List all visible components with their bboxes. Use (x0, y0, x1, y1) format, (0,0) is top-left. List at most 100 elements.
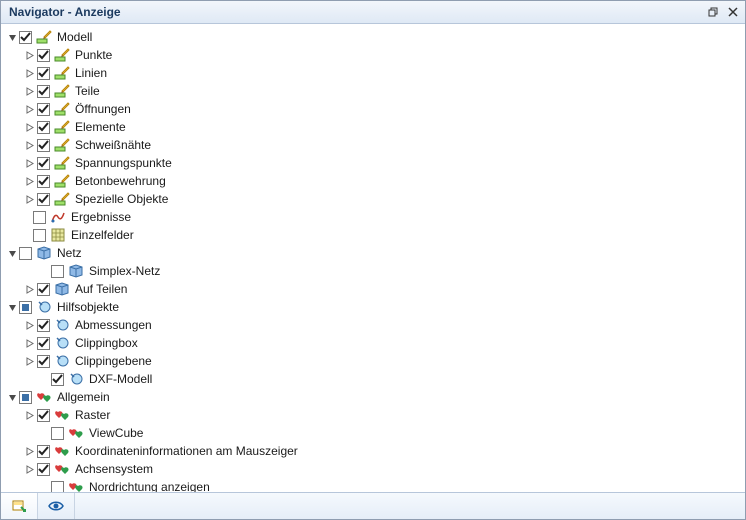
tree-label: Schweißnähte (74, 136, 151, 154)
checkbox[interactable] (37, 445, 50, 458)
checkbox[interactable] (37, 139, 50, 152)
checkbox[interactable] (33, 229, 46, 242)
tree-scroll[interactable]: ModellPunkteLinienTeileÖffnungenElemente… (1, 24, 745, 492)
tree-row[interactable]: Elemente (5, 118, 745, 136)
expand-icon[interactable] (23, 46, 37, 64)
checkbox[interactable] (51, 427, 64, 440)
checkbox[interactable] (51, 481, 64, 493)
collapse-icon[interactable] (5, 244, 19, 262)
checkbox[interactable] (37, 103, 50, 116)
tree-label: Elemente (74, 118, 126, 136)
tree-label: Einzelfelder (70, 226, 134, 244)
tree-row[interactable]: Einzelfelder (5, 226, 745, 244)
expand-icon[interactable] (23, 280, 37, 298)
tree-row[interactable]: DXF-Modell (5, 370, 745, 388)
tree-row[interactable]: Spannungspunkte (5, 154, 745, 172)
tree-row[interactable]: Öffnungen (5, 100, 745, 118)
checkbox[interactable] (37, 121, 50, 134)
tree-row[interactable]: Ergebnisse (5, 208, 745, 226)
checkbox[interactable] (19, 31, 32, 44)
tree-label: DXF-Modell (88, 370, 152, 388)
tree-row[interactable]: Allgemein (5, 388, 745, 406)
tree-row[interactable]: Hilfsobjekte (5, 298, 745, 316)
grid-icon (50, 227, 66, 243)
checkbox[interactable] (37, 49, 50, 62)
tree-row[interactable]: Nordrichtung anzeigen (5, 478, 745, 492)
tree-label: Koordinateninformationen am Mauszeiger (74, 442, 298, 460)
checkbox[interactable] (37, 463, 50, 476)
tree-label: Öffnungen (74, 100, 131, 118)
tree-label: Netz (56, 244, 82, 262)
checkbox[interactable] (51, 373, 64, 386)
close-button[interactable] (725, 4, 741, 20)
tree-row[interactable]: Auf Teilen (5, 280, 745, 298)
checkbox[interactable] (37, 337, 50, 350)
tree-label: Auf Teilen (74, 280, 127, 298)
tree-row[interactable]: Spezielle Objekte (5, 190, 745, 208)
tree-row[interactable]: Modell (5, 28, 745, 46)
tree-row[interactable]: Punkte (5, 46, 745, 64)
tree-row[interactable]: Abmessungen (5, 316, 745, 334)
checkbox[interactable] (37, 67, 50, 80)
tree-label: Achsensystem (74, 460, 153, 478)
aux-icon (68, 371, 84, 387)
tree-row[interactable]: Teile (5, 82, 745, 100)
tree-row[interactable]: Clippingbox (5, 334, 745, 352)
expand-icon[interactable] (23, 172, 37, 190)
tree-row[interactable]: Raster (5, 406, 745, 424)
checkbox[interactable] (37, 283, 50, 296)
aux-icon (36, 299, 52, 315)
tree-row[interactable]: Clippingebene (5, 352, 745, 370)
tree-label: Simplex-Netz (88, 262, 160, 280)
checkbox[interactable] (37, 157, 50, 170)
expand-icon[interactable] (23, 334, 37, 352)
hearts-icon (54, 443, 70, 459)
checkbox[interactable] (37, 193, 50, 206)
tree: ModellPunkteLinienTeileÖffnungenElemente… (1, 24, 745, 492)
checkbox[interactable] (33, 211, 46, 224)
checkbox[interactable] (37, 175, 50, 188)
tree-row[interactable]: Simplex-Netz (5, 262, 745, 280)
expand-icon[interactable] (23, 64, 37, 82)
tree-label: Punkte (74, 46, 112, 64)
checkbox[interactable] (19, 301, 32, 314)
checkbox[interactable] (51, 265, 64, 278)
expand-icon[interactable] (23, 154, 37, 172)
aux-icon (54, 353, 70, 369)
tree-row[interactable]: Achsensystem (5, 460, 745, 478)
expand-icon[interactable] (23, 118, 37, 136)
tree-row[interactable]: Linien (5, 64, 745, 82)
expand-icon[interactable] (23, 442, 37, 460)
expand-icon[interactable] (23, 82, 37, 100)
expand-icon[interactable] (23, 100, 37, 118)
expand-icon[interactable] (23, 316, 37, 334)
tree-row[interactable]: ViewCube (5, 424, 745, 442)
pencil-icon (54, 83, 70, 99)
tree-row[interactable]: Koordinateninformationen am Mauszeiger (5, 442, 745, 460)
expand-icon[interactable] (23, 136, 37, 154)
expand-icon[interactable] (23, 352, 37, 370)
footer-tab-eye[interactable] (38, 493, 75, 519)
tree-row[interactable]: Betonbewehrung (5, 172, 745, 190)
tree-label: Linien (74, 64, 107, 82)
checkbox[interactable] (19, 247, 32, 260)
expand-icon[interactable] (23, 460, 37, 478)
collapse-icon[interactable] (5, 28, 19, 46)
mesh-icon (36, 245, 52, 261)
checkbox[interactable] (37, 355, 50, 368)
collapse-icon[interactable] (5, 388, 19, 406)
pencil-icon (36, 29, 52, 45)
checkbox[interactable] (19, 391, 32, 404)
footer-tabs (1, 492, 745, 519)
checkbox[interactable] (37, 319, 50, 332)
restore-button[interactable] (705, 4, 721, 20)
footer-tab-view[interactable] (1, 493, 38, 519)
tree-row[interactable]: Schweißnähte (5, 136, 745, 154)
checkbox[interactable] (37, 409, 50, 422)
tree-row[interactable]: Netz (5, 244, 745, 262)
collapse-icon[interactable] (5, 298, 19, 316)
checkbox[interactable] (37, 85, 50, 98)
expand-icon[interactable] (23, 406, 37, 424)
expand-icon[interactable] (23, 190, 37, 208)
pencil-icon (54, 119, 70, 135)
